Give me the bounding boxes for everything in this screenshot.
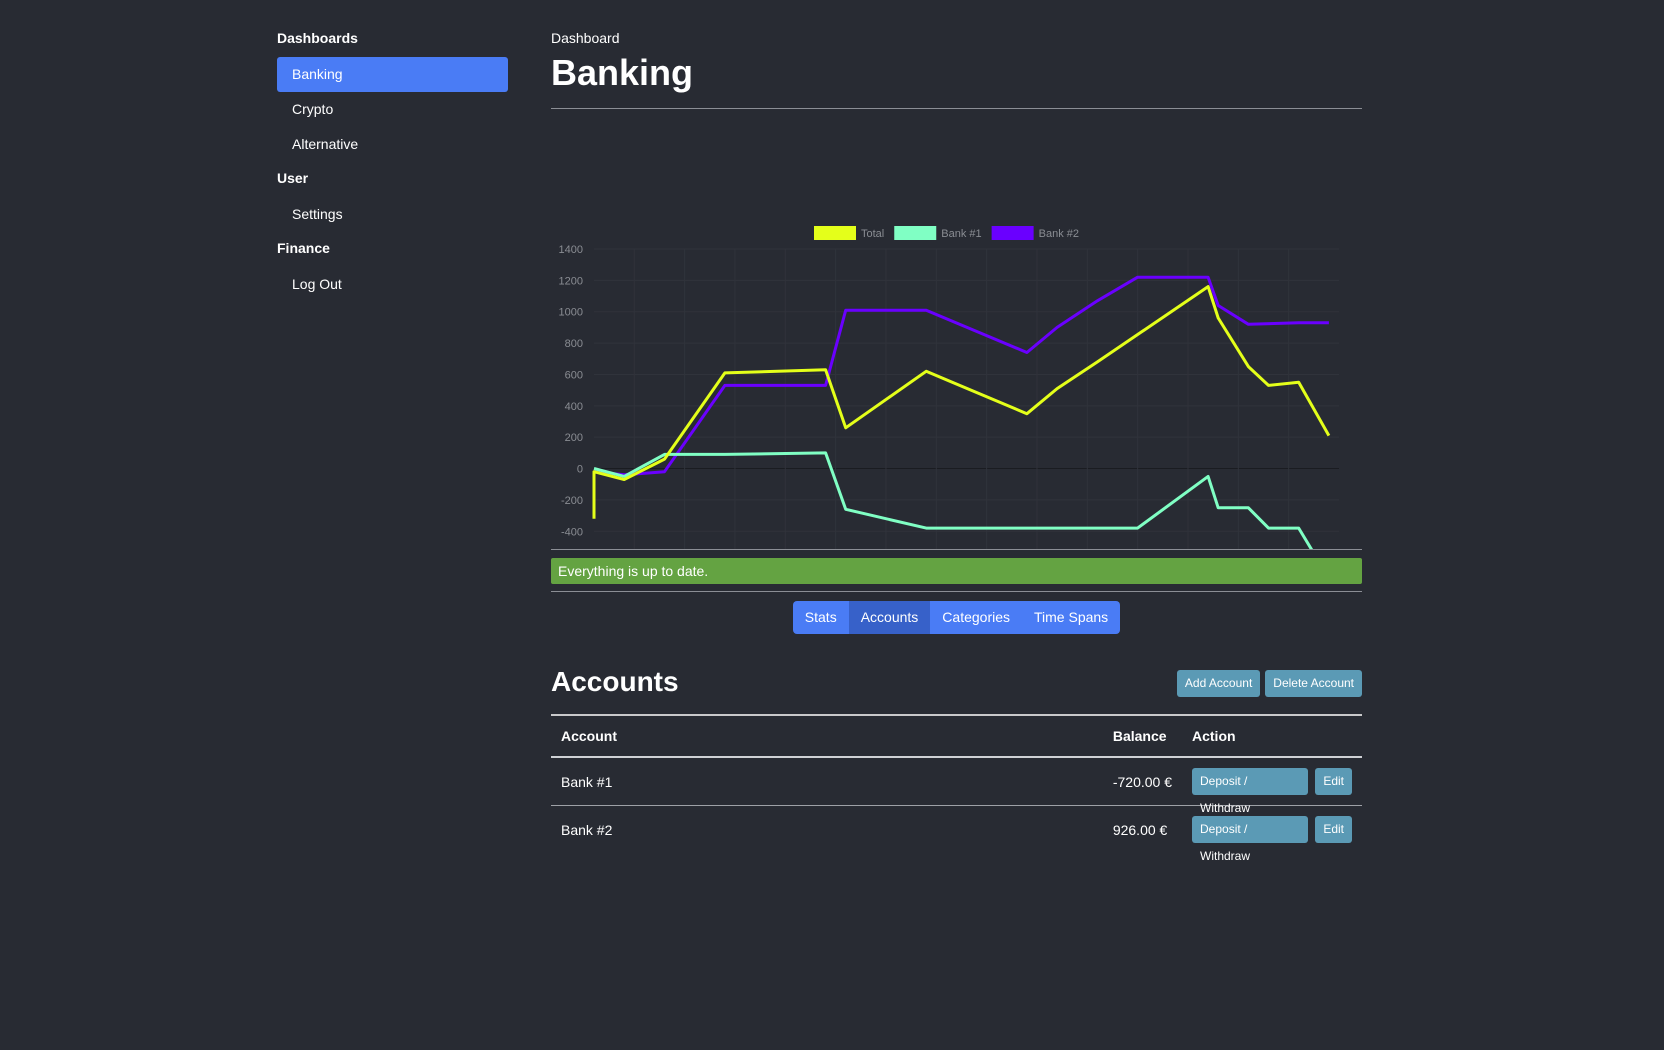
series-line bbox=[593, 275, 1329, 477]
legend-swatch bbox=[814, 226, 856, 240]
status-divider-top bbox=[551, 549, 1362, 550]
sidebar: Dashboards Banking Crypto Alternative Us… bbox=[277, 28, 508, 308]
y-tick-label: 1000 bbox=[559, 307, 583, 319]
series-line bbox=[592, 285, 1331, 519]
legend-label: Bank #1 bbox=[941, 228, 981, 240]
sidebar-group-user: User Settings bbox=[277, 168, 508, 232]
sidebar-item-log-out[interactable]: Log Out bbox=[277, 267, 508, 302]
table-header-row: Account Balance Action bbox=[551, 716, 1362, 758]
tab-time-spans[interactable]: Time Spans bbox=[1022, 601, 1121, 634]
sidebar-item-banking[interactable]: Banking bbox=[277, 57, 508, 92]
y-tick-label: 1400 bbox=[559, 244, 583, 256]
breadcrumb[interactable]: Dashboard bbox=[551, 28, 1362, 48]
sidebar-item-settings[interactable]: Settings bbox=[277, 197, 508, 232]
accounts-actions: Add Account Delete Account bbox=[1176, 670, 1362, 697]
y-tick-label: 800 bbox=[565, 338, 583, 350]
sidebar-group-finance: Finance Log Out bbox=[277, 238, 508, 302]
accounts-table: Account Balance Action Bank #1 -720.00 €… bbox=[551, 716, 1362, 863]
y-tick-label: 600 bbox=[565, 369, 583, 381]
accounts-divider bbox=[551, 714, 1362, 716]
legend-swatch bbox=[894, 226, 937, 240]
main-content: Dashboard Banking 1400 1200 1000 800 600 400 2… bbox=[551, 28, 1362, 863]
sidebar-heading-finance: Finance bbox=[277, 240, 330, 256]
sidebar-heading-dashboards: Dashboards bbox=[277, 30, 358, 46]
page-title: Banking bbox=[551, 52, 694, 93]
tab-group: Stats Accounts Categories Time Spans bbox=[792, 601, 1121, 634]
column-header-account: Account bbox=[551, 716, 1103, 758]
tab-accounts[interactable]: Accounts bbox=[848, 601, 931, 634]
delete-account-button[interactable]: Delete Account bbox=[1265, 670, 1362, 697]
legend-label: Bank #2 bbox=[1039, 228, 1079, 240]
accounts-title: Accounts bbox=[551, 666, 679, 697]
sidebar-item-crypto[interactable]: Crypto bbox=[277, 92, 508, 127]
column-header-balance: Balance bbox=[1102, 716, 1182, 758]
status-banner: Everything is up to date. bbox=[551, 558, 1362, 584]
tab-stats[interactable]: Stats bbox=[792, 601, 849, 634]
edit-button[interactable]: Edit bbox=[1315, 768, 1352, 795]
y-tick-label: 0 bbox=[577, 464, 583, 476]
sidebar-heading-user: User bbox=[277, 170, 309, 186]
series-line bbox=[593, 451, 1314, 549]
y-tick-label: 400 bbox=[565, 401, 583, 413]
sidebar-group-dashboards: Dashboards Banking Crypto Alternative bbox=[277, 28, 508, 162]
status-divider-bottom bbox=[551, 591, 1362, 592]
edit-button[interactable]: Edit bbox=[1315, 816, 1352, 843]
balance-chart: 1400120010008006004002000-200-400-600-80… bbox=[551, 109, 1362, 549]
add-account-button[interactable]: Add Account bbox=[1176, 670, 1261, 697]
sidebar-item-alternative[interactable]: Alternative bbox=[277, 127, 508, 162]
account-name: Bank #2 bbox=[561, 821, 613, 838]
tab-categories[interactable]: Categories bbox=[930, 601, 1022, 634]
deposit-withdraw-button[interactable]: Deposit / Withdraw bbox=[1192, 816, 1309, 863]
account-name: Bank #1 bbox=[551, 757, 1103, 806]
y-tick-label: -400 bbox=[561, 526, 583, 538]
account-actions: Deposit / Withdraw Edit bbox=[1182, 757, 1362, 815]
accounts-header: Accounts Add Account Delete Account bbox=[551, 664, 1362, 714]
account-balance: 926.00 € bbox=[1112, 821, 1168, 838]
column-header-action: Action bbox=[1182, 716, 1362, 758]
tab-bar: Stats Accounts Categories Time Spans bbox=[551, 601, 1362, 634]
legend-swatch bbox=[991, 226, 1034, 240]
y-tick-label: -200 bbox=[561, 495, 583, 507]
y-tick-label: 200 bbox=[565, 432, 583, 444]
table-row: Bank #1 -720.00 € Deposit / Withdraw Edi… bbox=[551, 757, 1362, 815]
legend-label: Total bbox=[861, 228, 884, 240]
account-balance: -720.00 € bbox=[1102, 757, 1182, 806]
chart-svg: 1400120010008006004002000-200-400-600-80… bbox=[559, 226, 1339, 549]
y-tick-label: 1200 bbox=[559, 275, 583, 287]
deposit-withdraw-button[interactable]: Deposit / Withdraw bbox=[1192, 768, 1309, 815]
